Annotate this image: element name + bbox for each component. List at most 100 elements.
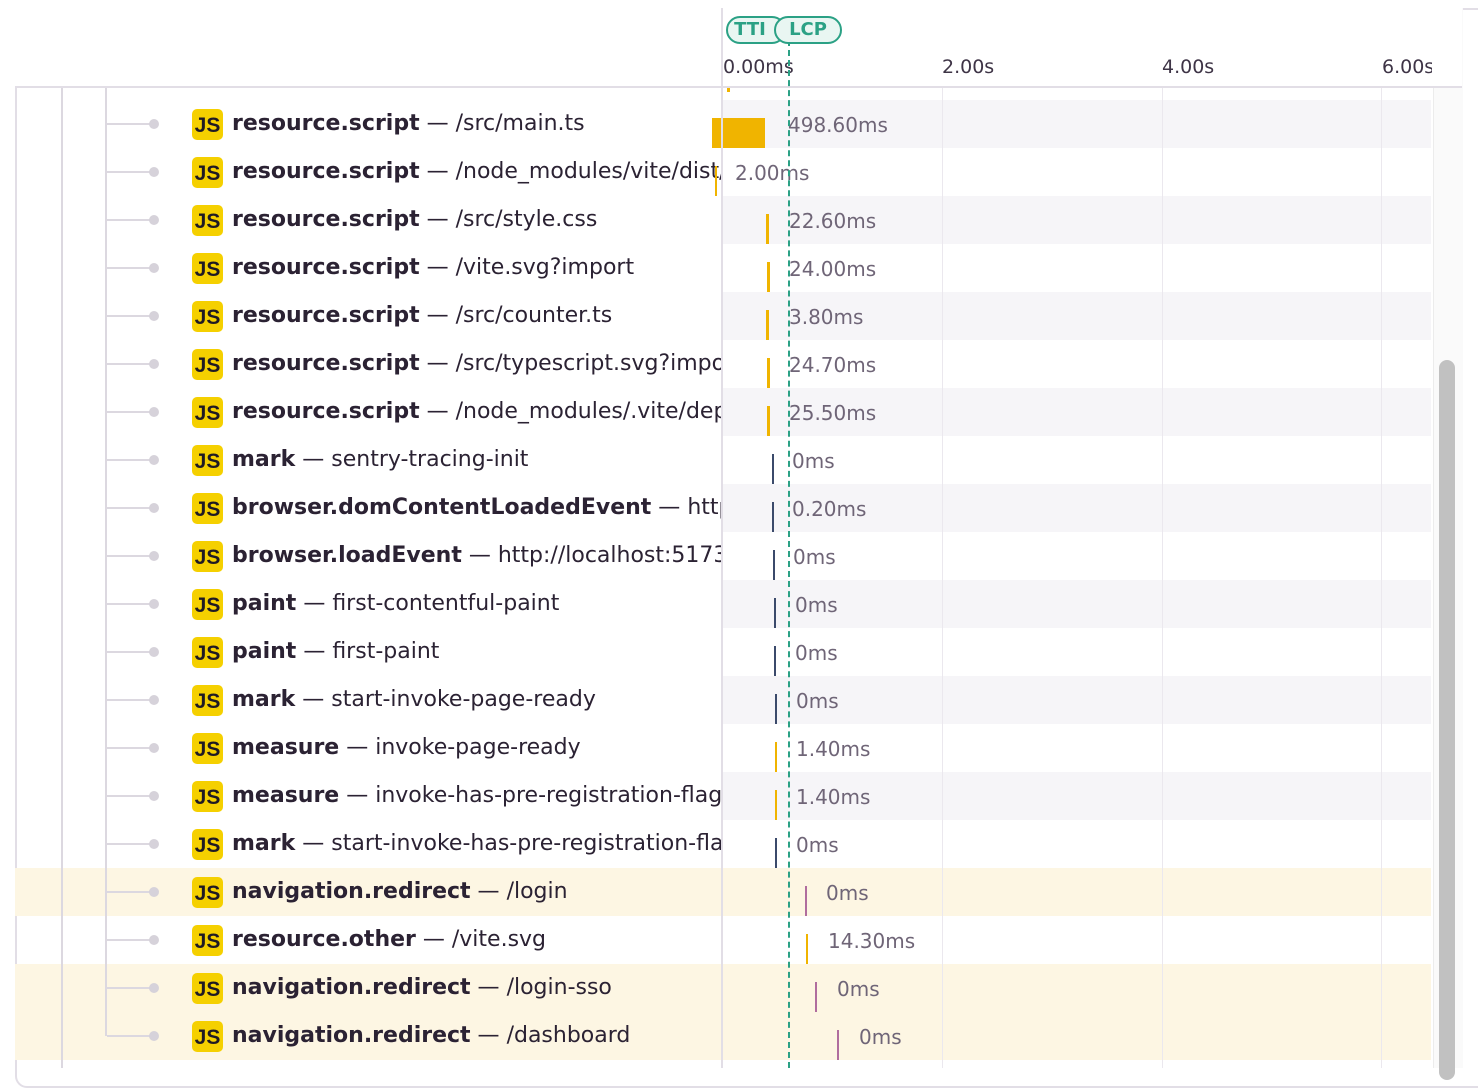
span-duration-bar[interactable] xyxy=(806,934,808,964)
column-divider[interactable] xyxy=(721,8,723,1068)
span-description: start-invoke-has-pre-registration-flag xyxy=(331,831,721,856)
span-description: http://localhost:5173/ xyxy=(687,495,721,520)
tick-label-1: 2.00s xyxy=(942,56,995,78)
javascript-icon: JS xyxy=(192,829,223,860)
javascript-icon: JS xyxy=(192,541,223,572)
tree-connector-line xyxy=(107,843,153,845)
tree-node-dot xyxy=(149,695,159,705)
span-operation: navigation.redirect xyxy=(232,975,471,1000)
span-row[interactable]: JS resource.script — /src/counter.ts 3.80m… xyxy=(15,292,1431,340)
span-duration-bar[interactable] xyxy=(774,646,776,676)
span-label: paint — first-contentful-paint xyxy=(232,580,559,628)
span-row[interactable]: JS browser.domContentLoadedEvent — http:/… xyxy=(15,484,1431,532)
span-duration-bar[interactable] xyxy=(775,790,777,820)
tree-node-dot xyxy=(149,791,159,801)
span-row[interactable]: JS navigation.redirect — /login-sso 0ms xyxy=(15,964,1431,1012)
span-row[interactable]: JS navigation.redirect — /dashboard 0ms xyxy=(15,1012,1431,1060)
span-duration-bar[interactable] xyxy=(837,1030,839,1060)
vital-marker-lcp[interactable]: LCP xyxy=(774,16,842,44)
tree-connector-line xyxy=(107,171,153,173)
javascript-icon: JS xyxy=(192,733,223,764)
span-duration-bar[interactable] xyxy=(775,838,777,868)
span-duration-bar[interactable] xyxy=(774,598,776,628)
tree-node-dot xyxy=(149,359,159,369)
span-operation: mark xyxy=(232,447,296,472)
vital-marker-ttfb-label: TTI xyxy=(734,19,766,40)
span-duration-bar[interactable] xyxy=(775,694,777,724)
span-duration-bar[interactable] xyxy=(775,742,777,772)
span-row[interactable]: JS mark — sentry-tracing-init 0ms xyxy=(15,436,1431,484)
span-duration-bar[interactable] xyxy=(766,310,769,340)
span-duration-bar[interactable] xyxy=(815,982,817,1012)
span-duration-bar[interactable] xyxy=(772,502,774,532)
span-label: measure — invoke-has-pre-registration-fl… xyxy=(232,772,721,820)
tree-node-dot xyxy=(149,935,159,945)
span-row[interactable]: JS resource.script — /vite.svg?import 24.0… xyxy=(15,244,1431,292)
span-row-info: JS mark — sentry-tracing-init xyxy=(15,436,721,484)
span-label: resource.other — /vite.svg xyxy=(232,916,546,964)
span-row[interactable]: JS resource.script — /src/style.css 22.60m… xyxy=(15,196,1431,244)
tree-connector-line xyxy=(107,411,153,413)
javascript-icon: JS xyxy=(192,637,223,668)
span-list: JS resource.script — /src/main.ts 498.60ms… xyxy=(15,86,1431,1068)
span-row-info: JS paint — first-contentful-paint xyxy=(15,580,721,628)
tree-node-dot xyxy=(149,983,159,993)
span-duration-label: 0ms xyxy=(793,545,836,569)
span-row[interactable]: JS resource.script — /node_modules/vite/d… xyxy=(15,148,1431,196)
span-operation: resource.other xyxy=(232,927,416,952)
span-description: /login xyxy=(506,879,568,904)
span-duration-bar[interactable] xyxy=(715,166,717,196)
tree-connector-line xyxy=(107,1035,153,1037)
tree-connector-line xyxy=(107,699,153,701)
span-duration-bar[interactable] xyxy=(767,406,770,436)
span-duration-bar[interactable] xyxy=(712,118,765,148)
tree-connector-line xyxy=(107,219,153,221)
span-separator: — xyxy=(470,1023,507,1048)
span-row-timeline: 0.20ms xyxy=(723,484,1431,532)
span-row[interactable]: JS resource.script — /src/typescript.svg?… xyxy=(15,340,1431,388)
span-row[interactable]: JS mark — start-invoke-page-ready 0ms xyxy=(15,676,1431,724)
span-duration-bar[interactable] xyxy=(773,550,775,580)
tree-node-dot xyxy=(149,119,159,129)
span-duration-bar[interactable] xyxy=(767,358,770,388)
span-operation: resource.script xyxy=(232,207,420,232)
span-duration-bar[interactable] xyxy=(767,262,770,292)
span-duration-bar[interactable] xyxy=(766,214,769,244)
span-duration-label: 0ms xyxy=(826,881,869,905)
span-row-info: JS resource.other — /vite.svg xyxy=(15,916,721,964)
span-row-timeline: 1.40ms xyxy=(723,772,1431,820)
span-row[interactable]: JS browser.loadEvent — http://localhost:5… xyxy=(15,532,1431,580)
grid-line-4s xyxy=(1162,86,1163,1068)
span-duration-bar[interactable] xyxy=(772,454,774,484)
javascript-icon: JS xyxy=(192,205,223,236)
scrollbar-thumb[interactable] xyxy=(1439,360,1455,1080)
span-row[interactable]: JS mark — start-invoke-has-pre-registrati… xyxy=(15,820,1431,868)
span-operation: resource.script xyxy=(232,255,420,280)
span-label: resource.script — /vite.svg?import xyxy=(232,244,634,292)
span-duration-label: 14.30ms xyxy=(828,929,916,953)
span-duration-label: 0ms xyxy=(859,1025,902,1049)
tree-node-dot xyxy=(149,743,159,753)
span-row[interactable]: JS resource.other — /vite.svg 14.30ms xyxy=(15,916,1431,964)
span-duration-bar[interactable] xyxy=(805,886,807,916)
span-row[interactable]: JS paint — first-contentful-paint 0ms xyxy=(15,580,1431,628)
span-row[interactable]: JS resource.script — /src/main.ts 498.60ms xyxy=(15,100,1431,148)
span-row[interactable]: JS paint — first-paint 0ms xyxy=(15,628,1431,676)
span-row-info: JS measure — invoke-has-pre-registration-… xyxy=(15,772,721,820)
span-row[interactable]: JS resource.script — /node_modules/.vite/… xyxy=(15,388,1431,436)
span-row-info: JS resource.script — /vite.svg?import xyxy=(15,244,721,292)
span-label: browser.domContentLoadedEvent — http://l… xyxy=(232,484,721,532)
span-separator: — xyxy=(470,975,507,1000)
span-row[interactable]: JS navigation.redirect — /login 0ms xyxy=(15,868,1431,916)
span-separator: — xyxy=(470,879,507,904)
span-description: start-invoke-page-ready xyxy=(331,687,596,712)
span-row[interactable]: JS measure — invoke-page-ready 1.40ms xyxy=(15,724,1431,772)
span-operation: resource.script xyxy=(232,159,420,184)
span-duration-label: 0ms xyxy=(796,833,839,857)
span-separator: — xyxy=(419,399,456,424)
span-separator: — xyxy=(419,207,456,232)
span-operation: mark xyxy=(232,831,296,856)
span-row[interactable]: JS measure — invoke-has-pre-registration-… xyxy=(15,772,1431,820)
tree-node-dot xyxy=(149,887,159,897)
javascript-icon: JS xyxy=(192,925,223,956)
